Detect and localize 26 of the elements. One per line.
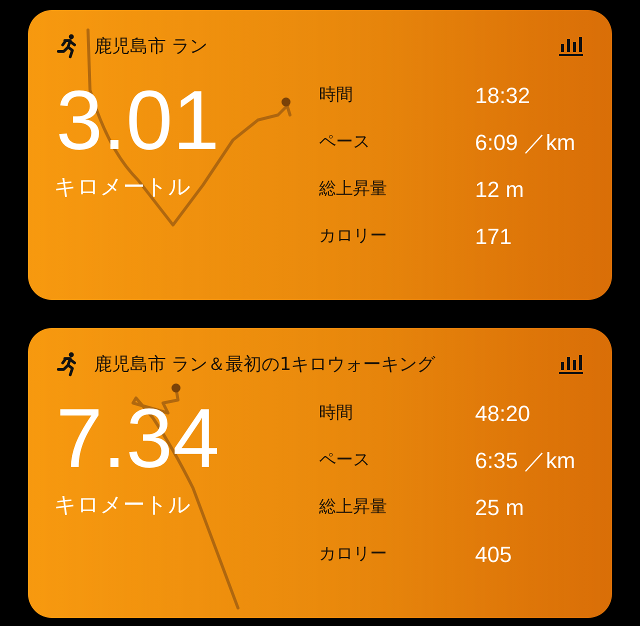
distance-value: 3.01 [56, 72, 220, 168]
workout-title: 鹿児島市 ラン＆最初の1キロウォーキング [94, 353, 436, 376]
distance-unit: キロメートル [54, 174, 192, 202]
stat-value: 48:20 [475, 400, 532, 427]
stat-value: 12 m [475, 176, 525, 203]
workout-title: 鹿児島市 ラン [94, 35, 209, 58]
workout-card[interactable]: 鹿児島市 ラン 3.01 キロメートル 時間 18:32 ペース 6:09 ／km 総上昇量 12 m カロリー 171 [28, 10, 612, 300]
stat-label: カロリー [319, 225, 388, 248]
bar-chart-icon[interactable] [558, 353, 584, 375]
stat-value: 405 [475, 541, 513, 568]
bar-chart-icon[interactable] [558, 35, 584, 57]
stat-label: 総上昇量 [319, 496, 388, 519]
stat-label: カロリー [319, 543, 388, 566]
workout-card[interactable]: 鹿児島市 ラン＆最初の1キロウォーキング 7.34 キロメートル 時間 48:20 ペース 6:35 ／km 総上昇量 25 m カロリー 405 [28, 328, 612, 618]
stat-value: 25 m [475, 494, 525, 521]
stat-label: 時間 [319, 84, 354, 107]
distance-value: 7.34 [56, 390, 220, 486]
stat-label: ペース [319, 131, 371, 154]
distance-unit: キロメートル [54, 492, 192, 520]
stat-label: ペース [319, 449, 371, 472]
stat-value: 18:32 [475, 82, 532, 109]
stat-label: 時間 [319, 402, 354, 425]
stat-value: 171 [475, 223, 513, 250]
stat-value: 6:35 ／km [475, 447, 576, 474]
stat-label: 総上昇量 [319, 178, 388, 201]
stat-value: 6:09 ／km [475, 129, 576, 156]
